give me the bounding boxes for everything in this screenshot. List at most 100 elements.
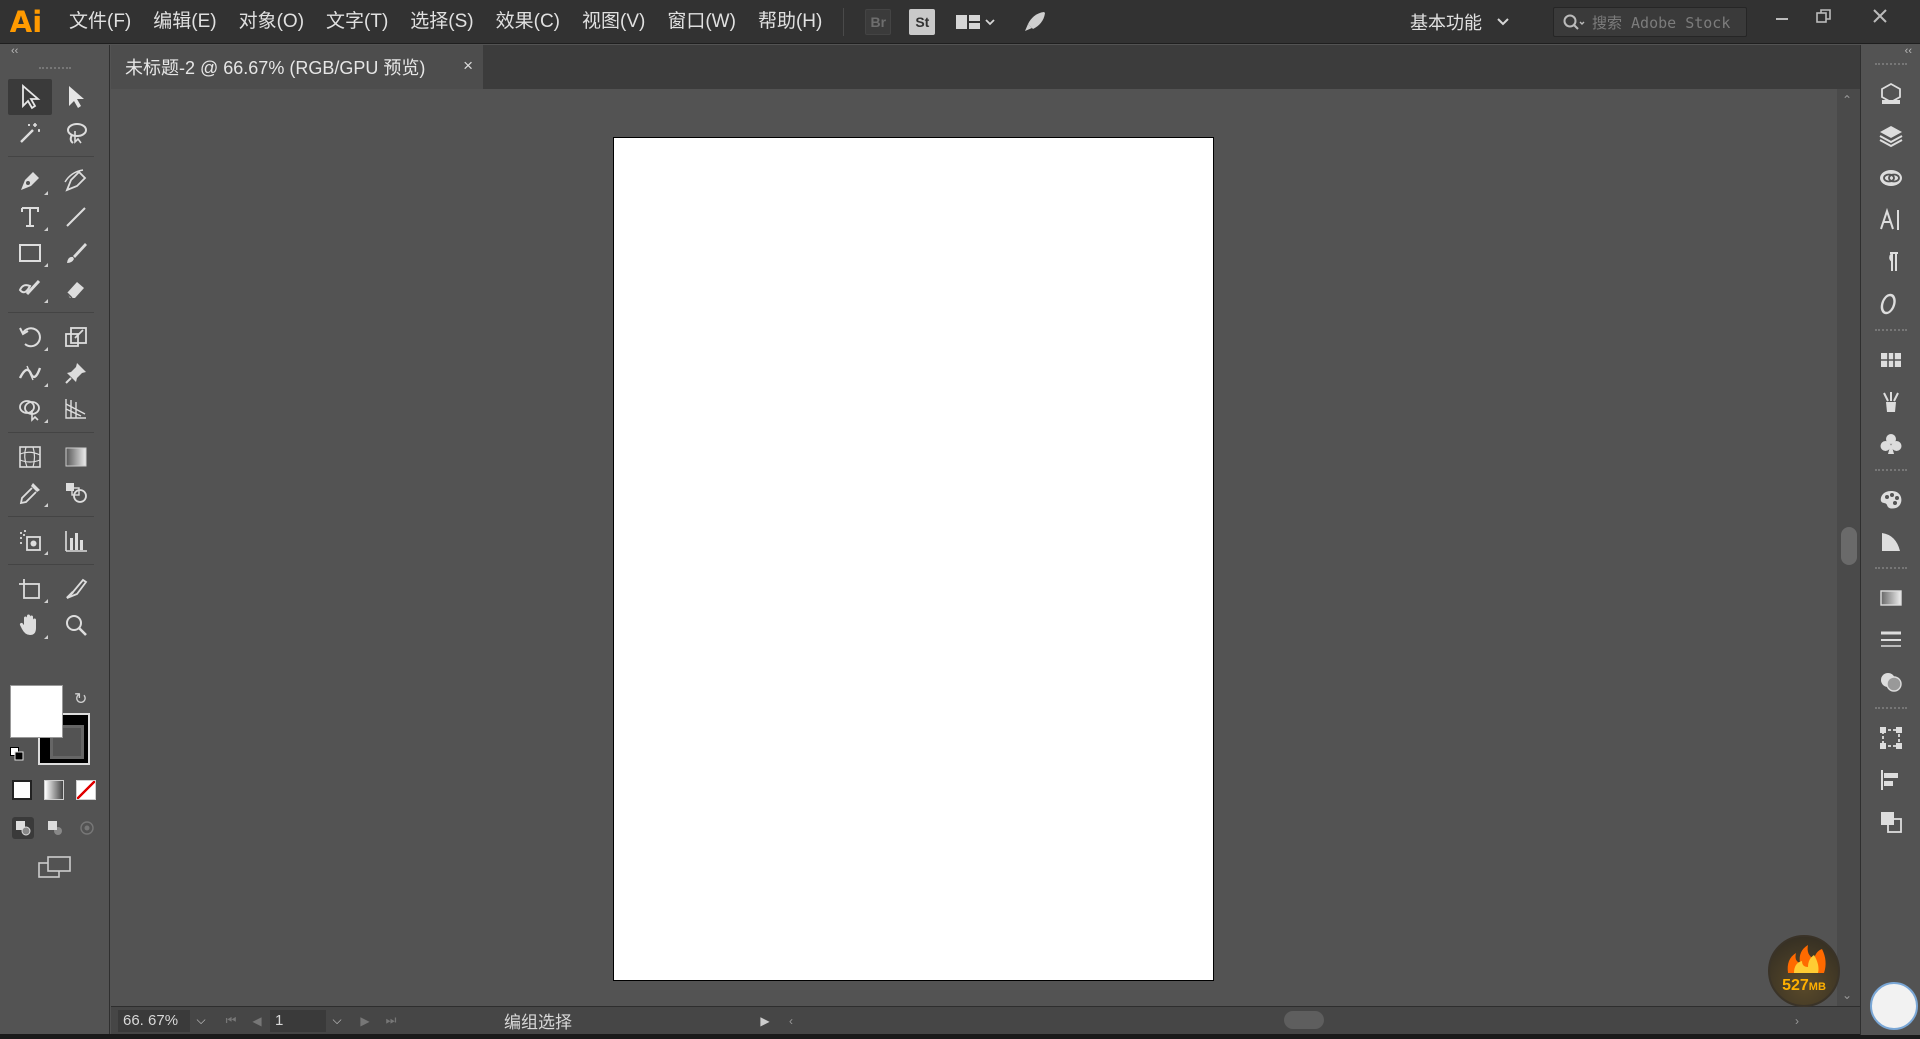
character-panel-button[interactable] — [1861, 199, 1920, 241]
toolbar-grip[interactable] — [38, 67, 71, 73]
fill-swatch[interactable] — [10, 685, 63, 738]
status-readout[interactable]: 编组选择 — [504, 1008, 704, 1033]
scroll-up-icon[interactable]: ⌃ — [1842, 93, 1852, 107]
stroke-panel-button[interactable] — [1861, 619, 1920, 661]
next-artboard-icon[interactable]: ▶ — [352, 1014, 378, 1028]
hand-tool[interactable] — [8, 607, 52, 643]
panel-group-grip[interactable] — [1874, 469, 1907, 475]
scale-tool[interactable] — [54, 319, 98, 355]
mesh-tool[interactable] — [8, 439, 52, 475]
close-window-button[interactable] — [1860, 0, 1900, 32]
panel-group-grip[interactable] — [1874, 63, 1907, 69]
width-tool[interactable] — [8, 355, 52, 391]
zoom-level-field[interactable]: 66. 67% — [118, 1009, 190, 1032]
puppet-warp-tool[interactable] — [54, 355, 98, 391]
panel-group-grip[interactable] — [1874, 329, 1907, 335]
type-tool[interactable] — [8, 199, 52, 235]
line-segment-tool[interactable] — [54, 199, 98, 235]
change-screen-mode-icon[interactable] — [38, 855, 72, 879]
default-fill-stroke-icon[interactable] — [10, 747, 24, 761]
eraser-tool[interactable] — [54, 271, 98, 307]
direct-selection-tool[interactable] — [54, 79, 98, 115]
artboard-dropdown-icon[interactable]: ⌵ — [326, 1010, 348, 1032]
paintbrush-tool[interactable] — [54, 235, 98, 271]
collapse-toolbar-button[interactable]: ‹‹ — [0, 45, 109, 59]
last-artboard-icon[interactable]: ⏭ — [378, 1013, 404, 1028]
gradient-tool[interactable] — [54, 439, 98, 475]
artboard[interactable] — [613, 137, 1214, 981]
vertical-scroll-thumb[interactable] — [1841, 527, 1857, 565]
close-tab-icon[interactable]: × — [463, 56, 473, 76]
menu-file[interactable]: 文件(F) — [58, 0, 142, 44]
artboard-tool[interactable] — [8, 571, 52, 607]
libraries-panel-button[interactable] — [1861, 73, 1920, 115]
pathfinder-panel-button[interactable] — [1861, 801, 1920, 843]
menu-edit[interactable]: 编辑(E) — [142, 0, 227, 44]
selection-tool[interactable] — [8, 79, 52, 115]
menu-help[interactable]: 帮助(H) — [747, 0, 833, 44]
draw-behind-button[interactable] — [44, 817, 66, 839]
swatches-panel-button[interactable] — [1861, 339, 1920, 381]
bridge-button[interactable]: Br — [865, 8, 892, 35]
color-guide-panel-button[interactable] — [1861, 479, 1920, 521]
scroll-left-icon[interactable]: ‹ — [778, 1014, 804, 1028]
menu-view[interactable]: 视图(V) — [571, 0, 656, 44]
shape-builder-tool[interactable] — [8, 391, 52, 427]
color-button[interactable] — [12, 780, 32, 800]
paragraph-panel-button[interactable] — [1861, 241, 1920, 283]
previous-artboard-icon[interactable]: ◀ — [244, 1014, 270, 1028]
zoom-dropdown-icon[interactable]: ⌵ — [190, 1010, 212, 1032]
draw-inside-button[interactable] — [76, 817, 98, 839]
symbols-panel-button[interactable] — [1861, 423, 1920, 465]
scroll-right-icon[interactable]: › — [1784, 1014, 1810, 1028]
curvature-tool[interactable] — [54, 163, 98, 199]
column-graph-tool[interactable] — [54, 523, 98, 559]
draw-normal-button[interactable] — [12, 817, 34, 839]
symbol-sprayer-tool[interactable] — [8, 523, 52, 559]
first-artboard-icon[interactable]: ⏮ — [218, 1013, 244, 1028]
menu-window[interactable]: 窗口(W) — [656, 0, 747, 44]
none-button[interactable] — [76, 780, 96, 800]
stock-search-field[interactable]: 搜索 Adobe Stock — [1553, 7, 1747, 37]
scroll-down-icon[interactable]: ⌄ — [1842, 988, 1852, 1002]
collapse-panels-button[interactable]: ‹‹ — [1861, 45, 1920, 59]
document-tab[interactable]: 未标题-2 @ 66.67% (RGB/GPU 预览) × — [111, 45, 483, 89]
minimize-button[interactable] — [1762, 0, 1802, 32]
menu-object[interactable]: 对象(O) — [228, 0, 315, 44]
gradient-button[interactable] — [44, 780, 64, 800]
perspective-grid-tool[interactable] — [54, 391, 98, 427]
canvas-area[interactable] — [111, 89, 1838, 1006]
pen-tool[interactable] — [8, 163, 52, 199]
panel-group-grip[interactable] — [1874, 567, 1907, 573]
swap-fill-stroke-icon[interactable]: ↻ — [74, 689, 87, 709]
workspace-switcher[interactable]: 基本功能 — [1410, 0, 1510, 44]
blend-tool[interactable] — [54, 475, 98, 511]
appearance-panel-button[interactable] — [1861, 521, 1920, 563]
slice-tool[interactable] — [54, 571, 98, 607]
zoom-tool[interactable] — [54, 607, 98, 643]
transform-panel-button[interactable] — [1861, 717, 1920, 759]
rectangle-tool[interactable] — [8, 235, 52, 271]
cc-libraries-panel-button[interactable] — [1861, 157, 1920, 199]
opentype-panel-button[interactable] — [1861, 283, 1920, 325]
eyedropper-tool[interactable] — [8, 475, 52, 511]
menu-select[interactable]: 选择(S) — [399, 0, 484, 44]
layers-panel-button[interactable] — [1861, 115, 1920, 157]
lasso-tool[interactable] — [54, 115, 98, 151]
arrange-documents-button[interactable] — [953, 9, 997, 35]
artboard-number-field[interactable]: 1 — [270, 1009, 326, 1032]
rotate-tool[interactable] — [8, 319, 52, 355]
menu-effect[interactable]: 效果(C) — [485, 0, 571, 44]
status-menu-arrow-icon[interactable]: ▶ — [752, 1014, 778, 1028]
vertical-scrollbar[interactable]: ⌃ ⌄ — [1837, 89, 1860, 1006]
memory-usage-badge[interactable]: 527MB — [1768, 935, 1840, 1007]
magic-wand-tool[interactable] — [8, 115, 52, 151]
restore-button[interactable] — [1804, 0, 1844, 32]
shaper-tool[interactable] — [8, 271, 52, 307]
transparency-panel-button[interactable] — [1861, 661, 1920, 703]
stock-button[interactable]: St — [909, 8, 936, 35]
align-panel-button[interactable] — [1861, 759, 1920, 801]
gradient-panel-button[interactable] — [1861, 577, 1920, 619]
horizontal-scroll-thumb[interactable] — [1284, 1011, 1324, 1029]
panel-group-grip[interactable] — [1874, 707, 1907, 713]
